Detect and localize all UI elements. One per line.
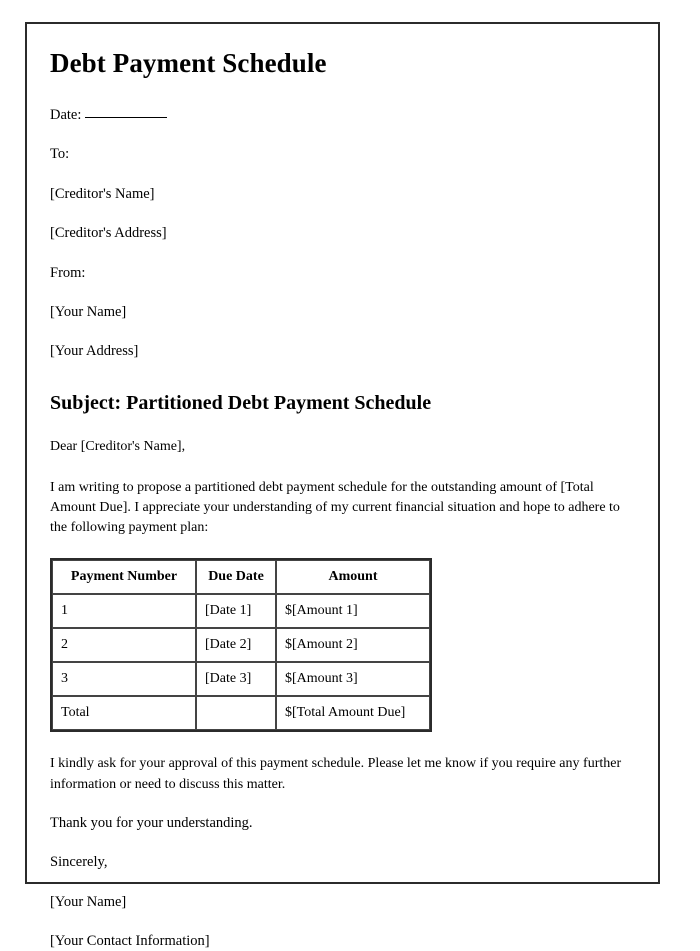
payment-schedule-table: Payment Number Due Date Amount 1 [Date 1…: [50, 558, 432, 733]
column-header-payment-number: Payment Number: [52, 560, 196, 595]
sender-name: [Your Name]: [50, 304, 127, 320]
document-page: Debt Payment Schedule Date: To: [Credito…: [25, 22, 660, 949]
table-header-row: Payment Number Due Date Amount: [52, 560, 430, 595]
cell-total-due-date: [196, 696, 276, 731]
cell-total-amount: $[Total Amount Due]: [276, 696, 430, 731]
page-title: Debt Payment Schedule: [50, 48, 327, 78]
signature-contact: [Your Contact Information]: [50, 933, 210, 950]
cell-due-date: [Date 1]: [196, 594, 276, 629]
creditor-name: [Creditor's Name]: [50, 185, 155, 202]
cell-payment-number: 2: [52, 628, 196, 663]
table-row: 2 [Date 2] $[Amount 2]: [52, 628, 430, 663]
date-blank-line[interactable]: [85, 105, 168, 119]
thanks-line: Thank you for your understanding.: [50, 815, 253, 832]
cell-amount: $[Amount 1]: [276, 594, 430, 629]
cell-due-date: [Date 2]: [196, 628, 276, 663]
cell-payment-number: 3: [52, 662, 196, 697]
sign-off: Sincerely,: [50, 854, 108, 871]
cell-amount: $[Amount 2]: [276, 628, 430, 663]
table-row: 3 [Date 3] $[Amount 3]: [52, 662, 430, 697]
signature-name: [Your Name]: [50, 893, 127, 910]
intro-paragraph: I am writing to propose a partitioned de…: [50, 479, 620, 536]
cell-amount: $[Amount 3]: [276, 662, 430, 697]
document-body: Debt Payment Schedule Date: To: [Credito…: [27, 24, 658, 951]
date-field-row: Date:: [50, 105, 628, 124]
cell-payment-number: 1: [52, 594, 196, 629]
creditor-address: [Creditor's Address]: [50, 225, 167, 242]
date-label: Date:: [50, 107, 82, 124]
cell-total-label: Total: [52, 696, 196, 731]
subject-heading: Subject: Partitioned Debt Payment Schedu…: [50, 391, 432, 414]
sender-address: [Your Address]: [50, 343, 139, 360]
salutation: Dear [Creditor's Name],: [50, 438, 186, 454]
column-header-amount: Amount: [276, 560, 430, 595]
to-label: To:: [50, 146, 70, 163]
table-row-total: Total $[Total Amount Due]: [52, 696, 430, 731]
closing-paragraph: I kindly ask for your approval of this p…: [50, 756, 622, 792]
from-label: From:: [50, 264, 86, 281]
column-header-due-date: Due Date: [196, 560, 276, 595]
cell-due-date: [Date 3]: [196, 662, 276, 697]
table-row: 1 [Date 1] $[Amount 1]: [52, 594, 430, 629]
